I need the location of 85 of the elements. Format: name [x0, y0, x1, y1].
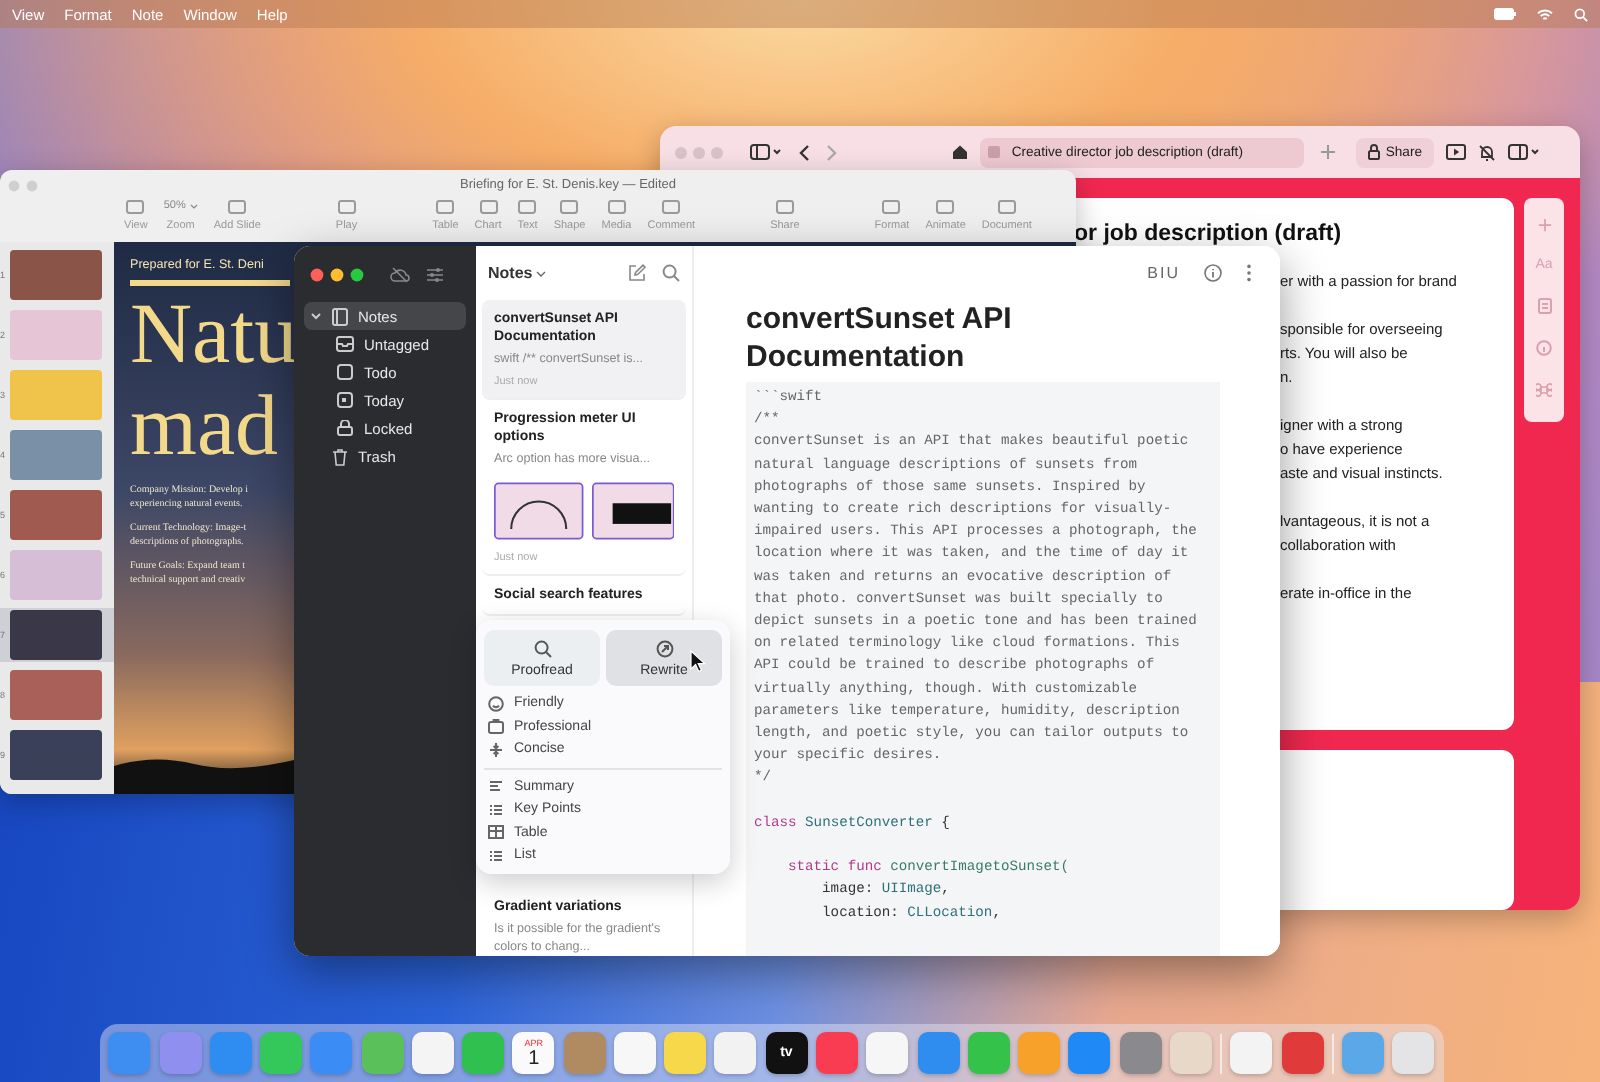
- bar-chart-thumbnail: [591, 478, 674, 544]
- gauge-chart-thumbnail: [494, 478, 584, 544]
- app-icon[interactable]: [1119, 1032, 1162, 1074]
- app-icon[interactable]: [159, 1032, 202, 1074]
- tool-icon: [436, 200, 455, 214]
- sidebar-icon[interactable]: [1508, 144, 1540, 160]
- tool-icon: [997, 200, 1016, 214]
- plus-icon[interactable]: [1319, 144, 1336, 160]
- square-icon: [336, 364, 354, 380]
- lock-icon: [1367, 144, 1380, 160]
- home-icon[interactable]: [951, 144, 968, 160]
- chevron-icon: [189, 204, 198, 210]
- lock-icon: [336, 420, 354, 436]
- note-icon: [332, 307, 348, 325]
- sidebar-icon[interactable]: [750, 144, 782, 160]
- note-heading: convertSunset API Documentation: [746, 300, 1014, 376]
- list-icon: [488, 801, 504, 818]
- folder-menu[interactable]: Notes: [488, 264, 533, 282]
- app-icon[interactable]: [1342, 1032, 1385, 1074]
- app-icon[interactable]: [1392, 1032, 1435, 1074]
- briefcase-icon: [488, 718, 504, 735]
- app-icon[interactable]: [815, 1032, 858, 1074]
- app-icon[interactable]: [1230, 1032, 1273, 1074]
- search-icon[interactable]: [662, 264, 680, 282]
- magnifier-icon: [533, 639, 551, 657]
- app-icon[interactable]: [1169, 1032, 1212, 1074]
- text-style-toggle[interactable]: BIU: [1147, 264, 1180, 282]
- tool-icon: [882, 200, 901, 214]
- slide-headline: mad: [130, 382, 281, 474]
- list-icon: [488, 847, 504, 864]
- lines-icon: [488, 778, 504, 795]
- app-icon[interactable]: [209, 1032, 252, 1074]
- command-icon[interactable]: [1536, 382, 1552, 398]
- more-icon[interactable]: [1246, 264, 1252, 282]
- forward-icon[interactable]: [826, 143, 838, 161]
- app-icon[interactable]: [361, 1032, 404, 1074]
- tool-icon: [228, 200, 247, 214]
- calendar-icon: [336, 392, 354, 408]
- app-icon[interactable]: [967, 1032, 1010, 1074]
- app-icon[interactable]: [411, 1032, 454, 1074]
- tool-icon: [775, 200, 794, 214]
- app-icon[interactable]: [866, 1032, 909, 1074]
- circle-arrow-icon: [655, 639, 673, 657]
- sliders-icon[interactable]: [426, 265, 444, 283]
- smiley-icon: [488, 695, 504, 712]
- slide-headline: Natu: [130, 290, 290, 382]
- app-icon[interactable]: [917, 1032, 960, 1074]
- wifi-icon[interactable]: [1536, 7, 1554, 21]
- document-title: or job description (draft): [1074, 222, 1344, 246]
- app-icon[interactable]: [1281, 1032, 1324, 1074]
- tool-icon: [479, 200, 497, 214]
- play-icon[interactable]: [1446, 144, 1466, 160]
- tool-icon: [518, 200, 537, 214]
- app-icon[interactable]: [664, 1032, 707, 1074]
- tool-icon: [126, 200, 145, 214]
- tool-icon: [936, 200, 955, 214]
- cloud-slash-icon[interactable]: [390, 265, 410, 283]
- chevron-icon[interactable]: [536, 269, 547, 277]
- table-icon: [488, 824, 504, 841]
- bell-slash-icon[interactable]: [1478, 143, 1496, 161]
- back-icon[interactable]: [798, 143, 810, 161]
- trash-icon: [332, 447, 348, 465]
- page-icon: [987, 146, 1000, 158]
- app-icon[interactable]: [462, 1032, 505, 1074]
- tool-icon: [662, 200, 681, 214]
- app-icon[interactable]: [1068, 1032, 1111, 1074]
- plus-icon[interactable]: [1537, 218, 1551, 232]
- info-icon[interactable]: [1536, 340, 1552, 356]
- app-icon[interactable]: [260, 1032, 303, 1074]
- tool-icon: [337, 200, 356, 214]
- app-icon[interactable]: [613, 1032, 656, 1074]
- app-icon[interactable]: [1018, 1032, 1061, 1074]
- info-icon[interactable]: [1204, 264, 1222, 282]
- tool-icon: [607, 200, 626, 214]
- compose-icon[interactable]: [628, 264, 646, 282]
- window-controls-icon[interactable]: [310, 267, 366, 281]
- app-icon[interactable]: [563, 1032, 606, 1074]
- app-icon[interactable]: [310, 1032, 353, 1074]
- compress-icon: [488, 741, 504, 758]
- tool-icon: [560, 200, 579, 214]
- app-icon[interactable]: [714, 1032, 757, 1074]
- tray-icon: [336, 336, 354, 352]
- battery-icon[interactable]: [1494, 8, 1516, 20]
- pointer-icon: [690, 650, 706, 672]
- document-icon[interactable]: [1537, 298, 1551, 314]
